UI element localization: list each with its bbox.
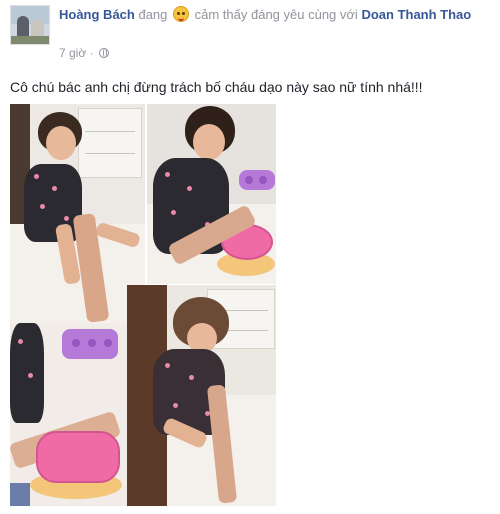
smiling-face-emoji-icon [173, 6, 190, 22]
meta-separator: · [89, 46, 94, 60]
author-avatar[interactable] [10, 5, 50, 45]
post-header: Hoàng Bách đang cảm thấy đáng yêu cùng v… [59, 6, 489, 23]
facebook-post: Hoàng Bách đang cảm thấy đáng yêu cùng v… [0, 0, 500, 514]
photo-grid [10, 104, 276, 506]
author-name-link[interactable]: Hoàng Bách [59, 7, 135, 22]
timestamp-link[interactable]: 7 giờ [59, 46, 86, 60]
photo-1[interactable] [10, 104, 145, 323]
tagged-name-link[interactable]: Doan Thanh Thao [361, 7, 471, 22]
post-meta: 7 giờ · [59, 46, 109, 60]
photo-3[interactable] [10, 323, 127, 506]
status-prefix: đang [138, 7, 168, 22]
status-feeling: cảm thấy đáng yêu cùng với [194, 7, 358, 22]
post-text: Cô chú bác anh chị đừng trách bố cháu dạ… [10, 79, 423, 95]
globe-icon[interactable] [98, 48, 109, 58]
photo-2[interactable] [147, 104, 276, 284]
photo-4[interactable] [127, 285, 276, 506]
